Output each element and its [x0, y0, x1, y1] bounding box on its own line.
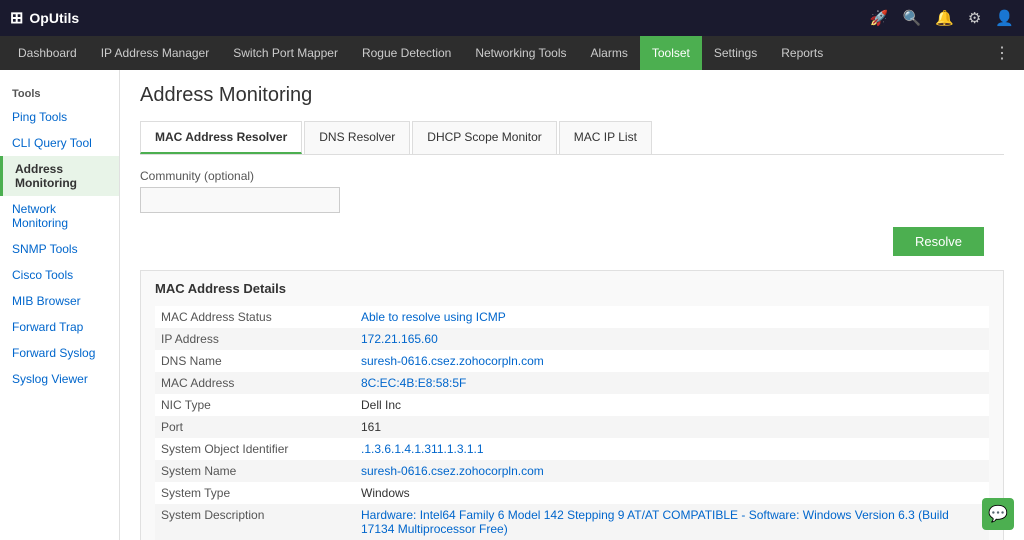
- sidebar-item-forward-trap[interactable]: Forward Trap: [0, 314, 119, 340]
- table-row: DNS Namesuresh-0616.csez.zohocorpln.com: [155, 350, 989, 372]
- nav-networking-tools[interactable]: Networking Tools: [463, 36, 578, 70]
- nav-dashboard[interactable]: Dashboard: [6, 36, 89, 70]
- result-label: System Type: [155, 482, 355, 504]
- results-section: MAC Address Details MAC Address StatusAb…: [140, 270, 1004, 540]
- page-title: Address Monitoring: [140, 84, 1004, 107]
- table-row: IP Address172.21.165.60: [155, 328, 989, 350]
- result-value: 161: [355, 416, 989, 438]
- result-label: System Description: [155, 504, 355, 540]
- result-value[interactable]: .1.3.6.1.4.1.311.1.3.1.1: [355, 438, 989, 460]
- table-row: System DescriptionHardware: Intel64 Fami…: [155, 504, 989, 540]
- gear-icon[interactable]: ⚙: [968, 9, 981, 27]
- result-value[interactable]: suresh-0616.csez.zohocorpln.com: [355, 460, 989, 482]
- table-row: NIC TypeDell Inc: [155, 394, 989, 416]
- results-title: MAC Address Details: [155, 281, 989, 296]
- community-input[interactable]: [140, 187, 340, 213]
- result-value[interactable]: suresh-0616.csez.zohocorpln.com: [355, 350, 989, 372]
- result-label: System Object Identifier: [155, 438, 355, 460]
- main-content: Address Monitoring MAC Address Resolver …: [120, 70, 1024, 540]
- navbar-more-icon[interactable]: ⋮: [986, 43, 1018, 63]
- result-value: Windows: [355, 482, 989, 504]
- result-value[interactable]: 8C:EC:4B:E8:58:5F: [355, 372, 989, 394]
- sidebar-item-syslog-viewer[interactable]: Syslog Viewer: [0, 366, 119, 392]
- result-label: MAC Address: [155, 372, 355, 394]
- results-table: MAC Address StatusAble to resolve using …: [155, 306, 989, 540]
- sidebar-item-cli-query-tool[interactable]: CLI Query Tool: [0, 130, 119, 156]
- table-row: MAC Address StatusAble to resolve using …: [155, 306, 989, 328]
- nav-reports[interactable]: Reports: [769, 36, 835, 70]
- result-label: System Name: [155, 460, 355, 482]
- bell-icon[interactable]: 🔔: [935, 9, 954, 27]
- sidebar-item-forward-syslog[interactable]: Forward Syslog: [0, 340, 119, 366]
- tab-dns-resolver[interactable]: DNS Resolver: [304, 121, 410, 154]
- sidebar: Tools Ping Tools CLI Query Tool Address …: [0, 70, 120, 540]
- tab-mac-ip-list[interactable]: MAC IP List: [559, 121, 652, 154]
- result-label: Port: [155, 416, 355, 438]
- nav-rogue-detection[interactable]: Rogue Detection: [350, 36, 463, 70]
- sidebar-item-mib-browser[interactable]: MIB Browser: [0, 288, 119, 314]
- nav-ip-address-manager[interactable]: IP Address Manager: [89, 36, 222, 70]
- sidebar-item-address-monitoring[interactable]: Address Monitoring: [0, 156, 119, 196]
- topbar: ⊞ OpUtils 🚀 🔍 🔔 ⚙ 👤: [0, 0, 1024, 36]
- topbar-icons: 🚀 🔍 🔔 ⚙ 👤: [870, 9, 1014, 27]
- result-label: IP Address: [155, 328, 355, 350]
- chat-fab[interactable]: 💬: [982, 498, 1014, 530]
- sidebar-item-snmp-tools[interactable]: SNMP Tools: [0, 236, 119, 262]
- tab-mac-address-resolver[interactable]: MAC Address Resolver: [140, 121, 302, 154]
- community-label: Community (optional): [140, 169, 1004, 183]
- nav-toolset[interactable]: Toolset: [640, 36, 702, 70]
- result-value[interactable]: Hardware: Intel64 Family 6 Model 142 Ste…: [355, 504, 989, 540]
- grid-icon: ⊞: [10, 8, 23, 28]
- table-row: Port161: [155, 416, 989, 438]
- table-row: System Namesuresh-0616.csez.zohocorpln.c…: [155, 460, 989, 482]
- app-logo[interactable]: ⊞ OpUtils: [10, 8, 79, 28]
- community-form-group: Community (optional): [140, 169, 1004, 213]
- tab-dhcp-scope-monitor[interactable]: DHCP Scope Monitor: [412, 121, 557, 154]
- app-name: OpUtils: [29, 10, 79, 26]
- resolve-button[interactable]: Resolve: [893, 227, 984, 256]
- nav-switch-port-mapper[interactable]: Switch Port Mapper: [221, 36, 350, 70]
- result-value: Dell Inc: [355, 394, 989, 416]
- result-value[interactable]: Able to resolve using ICMP: [355, 306, 989, 328]
- tabs-container: MAC Address Resolver DNS Resolver DHCP S…: [140, 121, 1004, 155]
- layout: Tools Ping Tools CLI Query Tool Address …: [0, 70, 1024, 540]
- sidebar-item-ping-tools[interactable]: Ping Tools: [0, 104, 119, 130]
- result-label: NIC Type: [155, 394, 355, 416]
- nav-alarms[interactable]: Alarms: [579, 36, 640, 70]
- result-value[interactable]: 172.21.165.60: [355, 328, 989, 350]
- table-row: MAC Address8C:EC:4B:E8:58:5F: [155, 372, 989, 394]
- user-avatar[interactable]: 👤: [995, 9, 1014, 27]
- sidebar-item-network-monitoring[interactable]: Network Monitoring: [0, 196, 119, 236]
- search-icon[interactable]: 🔍: [902, 9, 921, 27]
- sidebar-section-label: Tools: [0, 80, 119, 104]
- table-row: System TypeWindows: [155, 482, 989, 504]
- result-label: MAC Address Status: [155, 306, 355, 328]
- navbar: Dashboard IP Address Manager Switch Port…: [0, 36, 1024, 70]
- result-label: DNS Name: [155, 350, 355, 372]
- table-row: System Object Identifier.1.3.6.1.4.1.311…: [155, 438, 989, 460]
- notifications-icon[interactable]: 🚀: [870, 9, 889, 27]
- sidebar-item-cisco-tools[interactable]: Cisco Tools: [0, 262, 119, 288]
- nav-settings[interactable]: Settings: [702, 36, 769, 70]
